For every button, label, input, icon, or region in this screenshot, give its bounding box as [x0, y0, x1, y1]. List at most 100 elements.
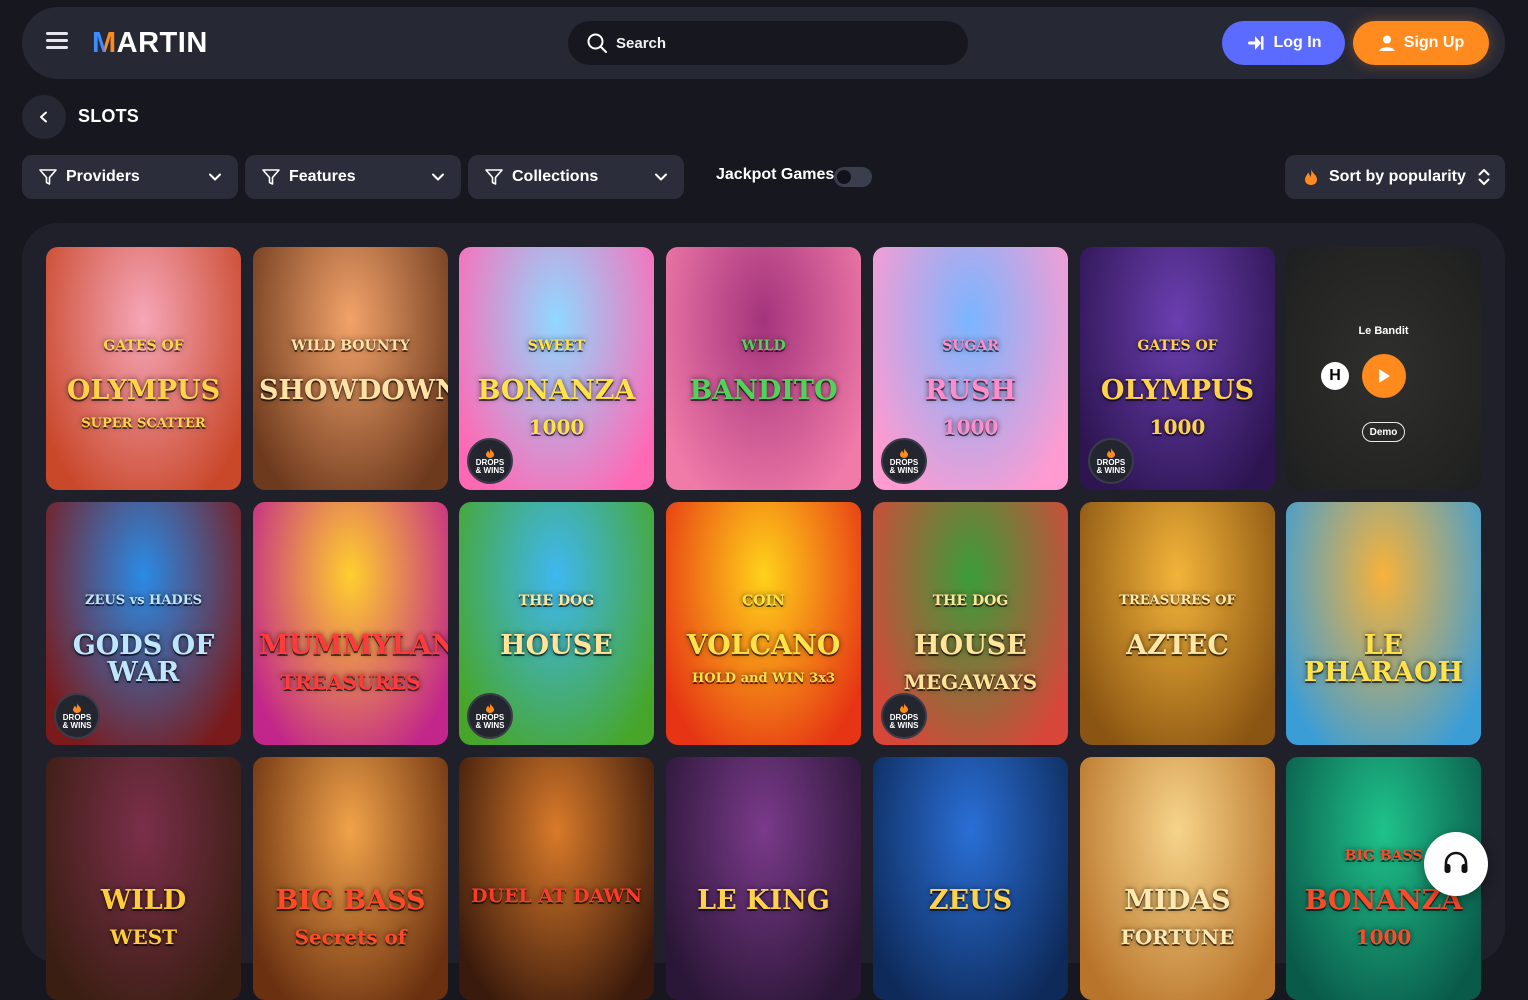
game-title-line1: GATES OF	[1137, 338, 1218, 354]
drops-and-wins-badge: DROPS & WINS	[54, 693, 100, 739]
hamburger-menu-icon[interactable]	[46, 32, 68, 52]
game-title-line3: 1000	[1149, 415, 1206, 439]
signup-button[interactable]: Sign Up	[1353, 21, 1489, 65]
game-tile[interactable]: MIDAS FORTUNE	[1080, 757, 1275, 1000]
game-thumbnail	[253, 502, 448, 745]
game-title-line2: HOUSE	[500, 630, 613, 661]
game-tile[interactable]: ZEUS	[873, 757, 1068, 1000]
badge-line-2: & WINS	[889, 720, 919, 730]
drops-and-wins-badge: DROPS & WINS	[467, 693, 513, 739]
game-title-line3: 1000	[942, 415, 999, 439]
game-title-line2: SHOWDOWN	[259, 375, 448, 406]
play-button[interactable]	[1362, 354, 1406, 398]
crown-icon	[1107, 447, 1115, 458]
game-title-line2: BANDITO	[689, 375, 838, 406]
game-tile[interactable]: GATES OF OLYMPUS SUPER SCATTER	[46, 247, 241, 490]
game-thumbnail	[459, 757, 654, 1000]
game-tile[interactable]: SWEET BONANZA 1000 DROPS & WINS	[459, 247, 654, 490]
flame-icon	[1305, 169, 1317, 185]
features-filter[interactable]: Features	[245, 155, 461, 199]
game-thumbnail	[1080, 502, 1275, 745]
game-title-line2: OLYMPUS	[66, 375, 221, 406]
drops-and-wins-badge: DROPS & WINS	[881, 438, 927, 484]
game-tile[interactable]: TREASURES OF AZTEC	[1080, 502, 1275, 745]
game-tile[interactable]: WILD WEST	[46, 757, 241, 1000]
game-title-line2: LE PHARAOH	[1303, 630, 1464, 688]
login-button[interactable]: Log In	[1222, 21, 1345, 65]
crown-icon	[486, 702, 494, 713]
sort-dropdown[interactable]: Sort by popularity	[1285, 155, 1505, 199]
collections-filter[interactable]: Collections	[468, 155, 684, 199]
game-tile[interactable]: THE DOG HOUSE MEGAWAYS DROPS & WINS	[873, 502, 1068, 745]
game-title-line3: WEST	[109, 925, 178, 949]
badge-line-2: & WINS	[475, 465, 505, 475]
game-tile[interactable]: LE PHARAOH	[1286, 502, 1481, 745]
game-tile[interactable]: ZEUS vs HADES GODS OF WAR DROPS & WINS	[46, 502, 241, 745]
game-tile[interactable]: WILD BANDITO	[666, 247, 861, 490]
back-button[interactable]	[22, 95, 66, 139]
game-thumbnail	[1286, 502, 1481, 745]
support-chat-button[interactable]	[1424, 832, 1488, 896]
game-title-line2: LE KING	[697, 885, 830, 916]
game-tile[interactable]: THE DOG HOUSE DROPS & WINS	[459, 502, 654, 745]
crown-icon	[900, 447, 908, 458]
game-title-line3: TREASURES	[280, 670, 421, 694]
providers-filter[interactable]: Providers	[22, 155, 238, 199]
game-title-line2: VOLCANO	[686, 630, 841, 661]
game-title-line1: SUGAR	[942, 338, 999, 354]
game-tile[interactable]: LE KING	[666, 757, 861, 1000]
game-title-line2: OLYMPUS	[1100, 375, 1255, 406]
headset-icon	[1444, 851, 1468, 873]
funnel-icon	[485, 169, 503, 185]
jackpot-games-toggle[interactable]	[834, 167, 872, 187]
game-tile[interactable]: COIN VOLCANO HOLD and WIN 3x3	[666, 502, 861, 745]
demo-button[interactable]: Demo	[1362, 422, 1405, 442]
badge-line-2: & WINS	[1096, 465, 1126, 475]
game-tile[interactable]: DUEL AT DAWN	[459, 757, 654, 1000]
game-thumbnail	[666, 502, 861, 745]
game-tile[interactable]: WILD BOUNTY SHOWDOWN	[253, 247, 448, 490]
game-tile[interactable]: SUGAR RUSH 1000 DROPS & WINS	[873, 247, 1068, 490]
game-tile-demo[interactable]: Le Bandit H Demo	[1286, 247, 1481, 490]
game-thumbnail	[1080, 757, 1275, 1000]
game-title-line2: GODS OF WAR	[72, 630, 215, 688]
game-title-line2: ZEUS	[928, 885, 1013, 916]
signup-label: Sign Up	[1403, 34, 1465, 51]
game-title-line3: SUPER SCATTER	[81, 416, 206, 431]
game-thumbnail	[666, 757, 861, 1000]
game-title-line2: MIDAS	[1124, 885, 1231, 916]
game-thumbnail	[253, 757, 448, 1000]
game-title-line1: WILD	[741, 338, 786, 354]
game-title-line2: BIG BASS	[275, 885, 426, 916]
site-logo[interactable]: MARTIN	[92, 27, 208, 60]
game-title-line2: HOUSE	[914, 630, 1027, 661]
features-label: Features	[289, 168, 356, 185]
game-tile[interactable]: MUMMYLAND TREASURES	[253, 502, 448, 745]
game-title-line3: MEGAWAYS	[903, 670, 1038, 694]
game-tile[interactable]: GATES OF OLYMPUS 1000 DROPS & WINS	[1080, 247, 1275, 490]
game-title-line1: THE DOG	[518, 593, 595, 609]
login-icon	[1247, 36, 1263, 50]
crown-icon	[900, 702, 908, 713]
game-tile[interactable]: BIG BASS Secrets of	[253, 757, 448, 1000]
game-title-line3: Secrets of	[294, 925, 407, 949]
game-thumbnail	[46, 757, 241, 1000]
drops-and-wins-badge: DROPS & WINS	[1088, 438, 1134, 484]
game-title-line1: THE DOG	[932, 593, 1009, 609]
login-label: Log In	[1273, 34, 1322, 51]
drops-and-wins-badge: DROPS & WINS	[881, 693, 927, 739]
search-input[interactable]	[616, 21, 956, 65]
play-icon	[1379, 369, 1390, 383]
game-title-line3: 1000	[1355, 925, 1412, 949]
providers-label: Providers	[66, 168, 140, 185]
game-thumbnail	[46, 247, 241, 490]
crown-icon	[486, 447, 494, 458]
jackpot-games-label: Jackpot Games	[716, 166, 835, 183]
game-title-line2: MUMMYLAND	[259, 630, 448, 661]
game-title-line2: DUEL AT DAWN	[471, 885, 642, 907]
game-thumbnail	[666, 247, 861, 490]
provider-logo: H	[1321, 362, 1349, 390]
badge-line-2: & WINS	[889, 465, 919, 475]
crown-icon	[73, 702, 81, 713]
badge-line-2: & WINS	[475, 720, 505, 730]
